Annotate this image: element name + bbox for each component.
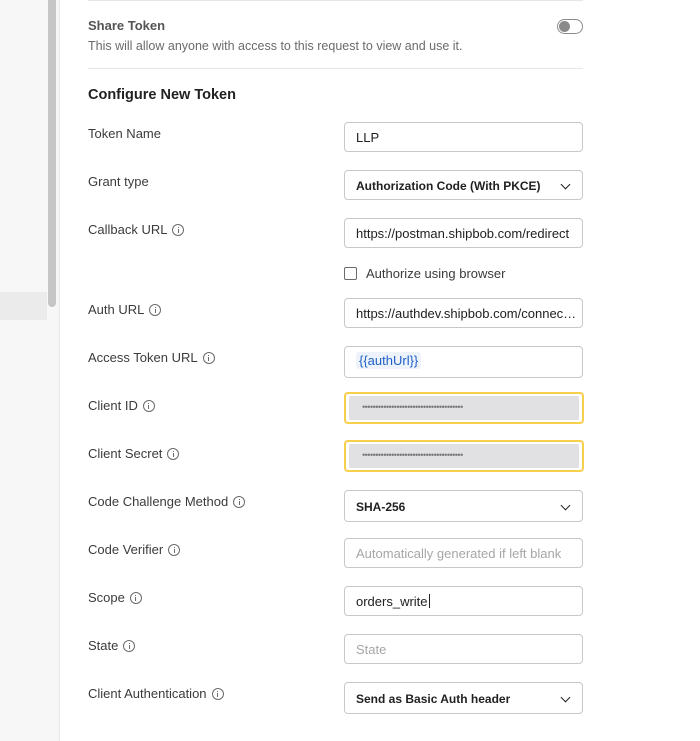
section-title: Configure New Token bbox=[88, 87, 236, 103]
client-id-label: Client ID bbox=[88, 398, 155, 413]
state-label: State bbox=[88, 638, 136, 653]
sidebar-selected-row[interactable] bbox=[0, 292, 47, 320]
access-token-url-label-text: Access Token URL bbox=[88, 350, 198, 365]
info-icon[interactable] bbox=[168, 543, 181, 556]
code-verifier-label: Code Verifier bbox=[88, 542, 181, 557]
chevron-down-icon bbox=[560, 179, 571, 190]
toggle-knob bbox=[559, 21, 570, 32]
callback-url-label: Callback URL bbox=[88, 222, 185, 237]
grant-type-select[interactable]: Authorization Code (With PKCE) bbox=[344, 170, 583, 200]
chevron-down-icon bbox=[560, 500, 571, 511]
share-token-description: This will allow anyone with access to th… bbox=[88, 39, 463, 53]
chevron-down-icon bbox=[560, 692, 571, 703]
info-icon[interactable] bbox=[123, 639, 136, 652]
token-name-label: Token Name bbox=[88, 126, 161, 141]
masked-value: •••••••••••••••••••••••••••••••••••••• bbox=[349, 396, 579, 420]
token-name-label-text: Token Name bbox=[88, 126, 161, 141]
access-token-url-label: Access Token URL bbox=[88, 350, 215, 365]
client-authentication-select[interactable]: Send as Basic Auth header bbox=[344, 682, 583, 714]
scope-label-text: Scope bbox=[88, 590, 125, 605]
client-secret-label: Client Secret bbox=[88, 446, 180, 461]
scope-label: Scope bbox=[88, 590, 142, 605]
info-icon[interactable] bbox=[149, 303, 162, 316]
auth-url-label: Auth URL bbox=[88, 302, 162, 317]
info-icon[interactable] bbox=[142, 399, 155, 412]
callback-url-label-text: Callback URL bbox=[88, 222, 168, 237]
info-icon[interactable] bbox=[129, 591, 142, 604]
masked-value: •••••••••••••••••••••••••••••••••••••• bbox=[349, 444, 579, 468]
sidebar-scrollbar[interactable] bbox=[48, 0, 56, 307]
info-icon[interactable] bbox=[172, 223, 185, 236]
share-token-toggle[interactable] bbox=[557, 19, 583, 34]
code-challenge-method-label-text: Code Challenge Method bbox=[88, 494, 229, 509]
text-caret bbox=[428, 594, 430, 608]
client-authentication-value: Send as Basic Auth header bbox=[356, 692, 511, 706]
code-challenge-method-label: Code Challenge Method bbox=[88, 494, 246, 509]
info-icon[interactable] bbox=[202, 351, 215, 364]
scope-input[interactable]: orders_write bbox=[344, 586, 583, 616]
code-challenge-method-select[interactable]: SHA-256 bbox=[344, 490, 583, 522]
callback-url-input[interactable]: https://postman.shipbob.com/redirect bbox=[344, 218, 583, 248]
code-challenge-method-value: SHA-256 bbox=[356, 500, 406, 514]
client-id-value: •••••••••••••••••••••••••••••••••••••• bbox=[362, 402, 463, 412]
divider bbox=[88, 0, 583, 1]
info-icon[interactable] bbox=[167, 447, 180, 460]
scope-value: orders_write bbox=[356, 594, 428, 609]
client-authentication-label-text: Client Authentication bbox=[88, 686, 207, 701]
code-verifier-input[interactable]: Automatically generated if left blank bbox=[344, 538, 583, 568]
state-label-text: State bbox=[88, 638, 119, 653]
auth-url-label-text: Auth URL bbox=[88, 302, 145, 317]
client-secret-input[interactable]: •••••••••••••••••••••••••••••••••••••• bbox=[344, 440, 584, 472]
state-input[interactable]: State bbox=[344, 634, 583, 664]
scope-value-wrap: orders_write bbox=[356, 594, 430, 609]
access-token-url-input[interactable]: {{authUrl}} bbox=[344, 346, 583, 378]
left-sidebar bbox=[0, 0, 60, 741]
client-authentication-label: Client Authentication bbox=[88, 686, 224, 701]
divider bbox=[88, 68, 583, 69]
grant-type-label: Grant type bbox=[88, 174, 149, 189]
token-name-input[interactable]: LLP bbox=[344, 122, 583, 152]
code-verifier-label-text: Code Verifier bbox=[88, 542, 164, 557]
callback-url-value: https://postman.shipbob.com/redirect bbox=[356, 226, 570, 241]
info-icon[interactable] bbox=[233, 495, 246, 508]
authorize-browser-label: Authorize using browser bbox=[366, 266, 506, 281]
state-placeholder: State bbox=[356, 642, 387, 657]
auth-url-value: https://authdev.shipbob.com/connect/auth… bbox=[356, 306, 578, 321]
grant-type-value: Authorization Code (With PKCE) bbox=[356, 179, 541, 193]
client-id-input[interactable]: •••••••••••••••••••••••••••••••••••••• bbox=[344, 392, 584, 424]
authorize-browser-checkbox[interactable] bbox=[344, 267, 357, 280]
client-id-label-text: Client ID bbox=[88, 398, 138, 413]
info-icon[interactable] bbox=[211, 687, 224, 700]
grant-type-label-text: Grant type bbox=[88, 174, 149, 189]
client-secret-value: •••••••••••••••••••••••••••••••••••••• bbox=[362, 450, 463, 460]
client-secret-label-text: Client Secret bbox=[88, 446, 163, 461]
share-token-title: Share Token bbox=[88, 18, 166, 33]
token-name-value: LLP bbox=[356, 130, 380, 145]
variable-chip[interactable]: {{authUrl}} bbox=[356, 352, 422, 369]
code-verifier-placeholder: Automatically generated if left blank bbox=[356, 546, 562, 561]
auth-url-input[interactable]: https://authdev.shipbob.com/connect/auth… bbox=[344, 298, 583, 328]
